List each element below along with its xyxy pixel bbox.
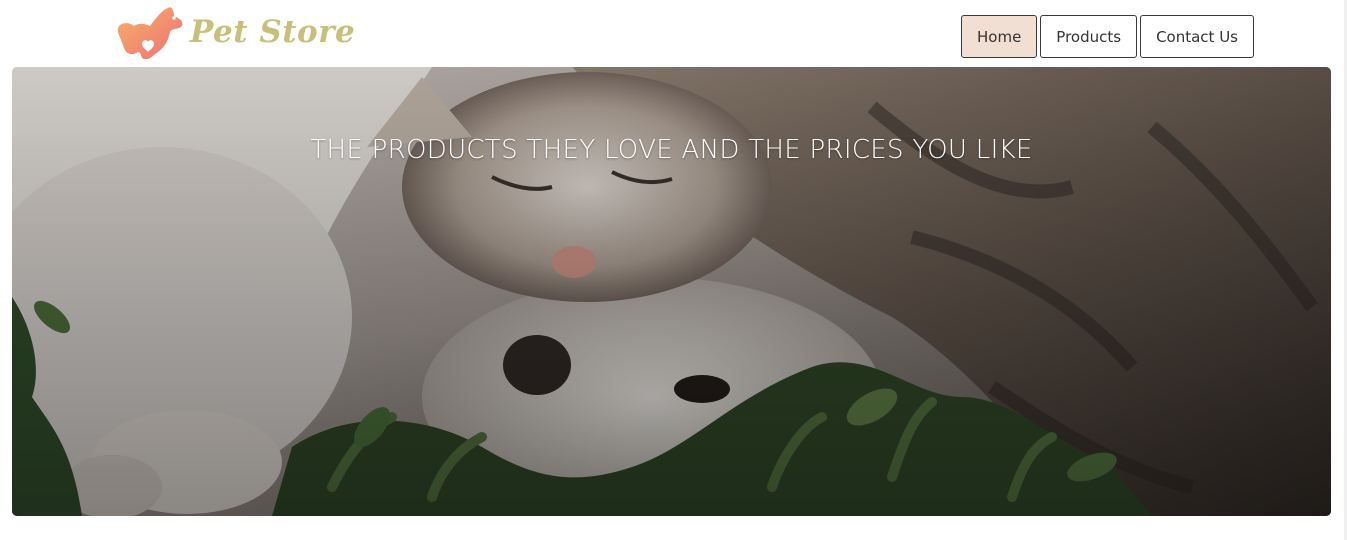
brand-name: Pet Store [190, 14, 356, 50]
nav-home-button[interactable]: Home [961, 15, 1038, 58]
hero-tagline: THE PRODUCTS THEY LOVE AND THE PRICES YO… [310, 135, 1033, 165]
dog-heart-logo-icon [117, 7, 183, 60]
brand-logo[interactable]: Pet Store [112, 2, 355, 62]
nav-contact-us-button[interactable]: Contact Us [1140, 15, 1254, 58]
main-nav: Home Products Contact Us [961, 15, 1254, 58]
nav-products-button[interactable]: Products [1040, 15, 1138, 58]
site-header: Pet Store Home Products Contact Us [0, 0, 1347, 66]
hero-banner: THE PRODUCTS THEY LOVE AND THE PRICES YO… [12, 67, 1331, 516]
